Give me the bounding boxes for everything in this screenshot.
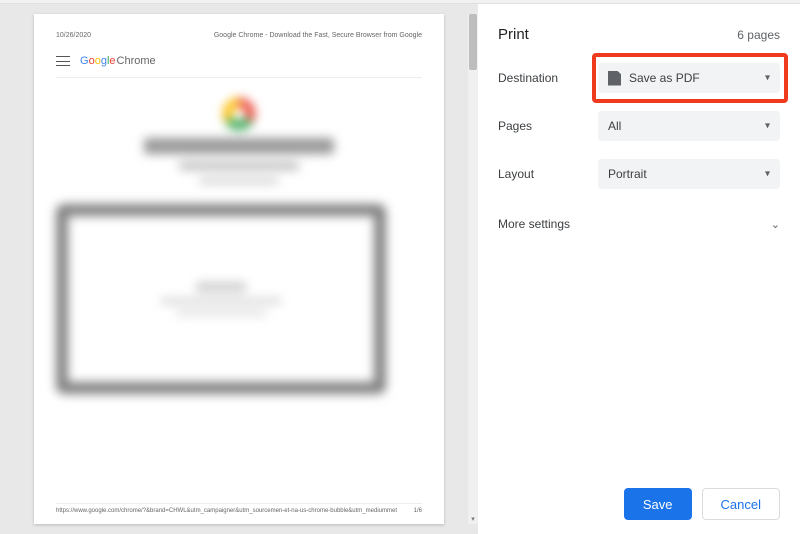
pages-row: Pages All ▾ [498, 111, 780, 141]
scrollbar-down-icon[interactable]: ▾ [468, 514, 478, 524]
preview-doc-title: Google Chrome - Download the Fast, Secur… [214, 32, 422, 39]
pages-label: Pages [498, 119, 598, 133]
chevron-down-icon: ▾ [765, 121, 770, 132]
pages-select[interactable]: All ▾ [598, 111, 780, 141]
preview-page-indicator: 1/6 [414, 508, 422, 514]
destination-value: Save as PDF [629, 71, 700, 85]
preview-page: 10/26/2020 Google Chrome - Download the … [34, 14, 444, 524]
scrollbar-thumb[interactable] [469, 14, 477, 70]
page-count: 6 pages [737, 28, 780, 42]
destination-row: Destination Save as PDF ▾ [498, 63, 780, 93]
brand-text: GoogleChrome [80, 55, 156, 67]
layout-label: Layout [498, 167, 598, 181]
save-button-label: Save [643, 497, 673, 512]
chevron-down-icon: ▾ [765, 73, 770, 84]
preview-page-header: 10/26/2020 Google Chrome - Download the … [56, 32, 422, 39]
layout-value: Portrait [608, 167, 647, 181]
print-preview-pane: 10/26/2020 Google Chrome - Download the … [0, 4, 478, 534]
preview-scrollbar[interactable]: ▾ [468, 14, 478, 524]
more-settings-toggle[interactable]: More settings ⌄ [498, 207, 780, 241]
preview-blurred-content [56, 92, 422, 184]
more-settings-label: More settings [498, 217, 570, 231]
layout-row: Layout Portrait ▾ [498, 159, 780, 189]
save-button[interactable]: Save [624, 488, 692, 520]
cancel-button-label: Cancel [721, 497, 761, 512]
preview-footer-url: https://www.google.com/chrome/?&brand=CH… [56, 508, 397, 514]
hamburger-icon [56, 56, 70, 66]
chevron-down-icon: ▾ [765, 169, 770, 180]
pdf-icon [608, 71, 621, 86]
preview-brand-row: GoogleChrome [56, 49, 422, 78]
chevron-down-icon: ⌄ [771, 218, 780, 231]
preview-blurred-card [56, 204, 386, 394]
destination-select[interactable]: Save as PDF ▾ [598, 63, 780, 93]
layout-select[interactable]: Portrait ▾ [598, 159, 780, 189]
preview-date: 10/26/2020 [56, 32, 91, 39]
destination-label: Destination [498, 71, 598, 85]
preview-page-footer: https://www.google.com/chrome/?&brand=CH… [56, 503, 422, 514]
chrome-logo-icon [223, 98, 255, 130]
print-settings-panel: Print 6 pages Destination Save as PDF ▾ … [478, 4, 800, 534]
pages-value: All [608, 119, 621, 133]
panel-title: Print [498, 26, 529, 43]
cancel-button[interactable]: Cancel [702, 488, 780, 520]
